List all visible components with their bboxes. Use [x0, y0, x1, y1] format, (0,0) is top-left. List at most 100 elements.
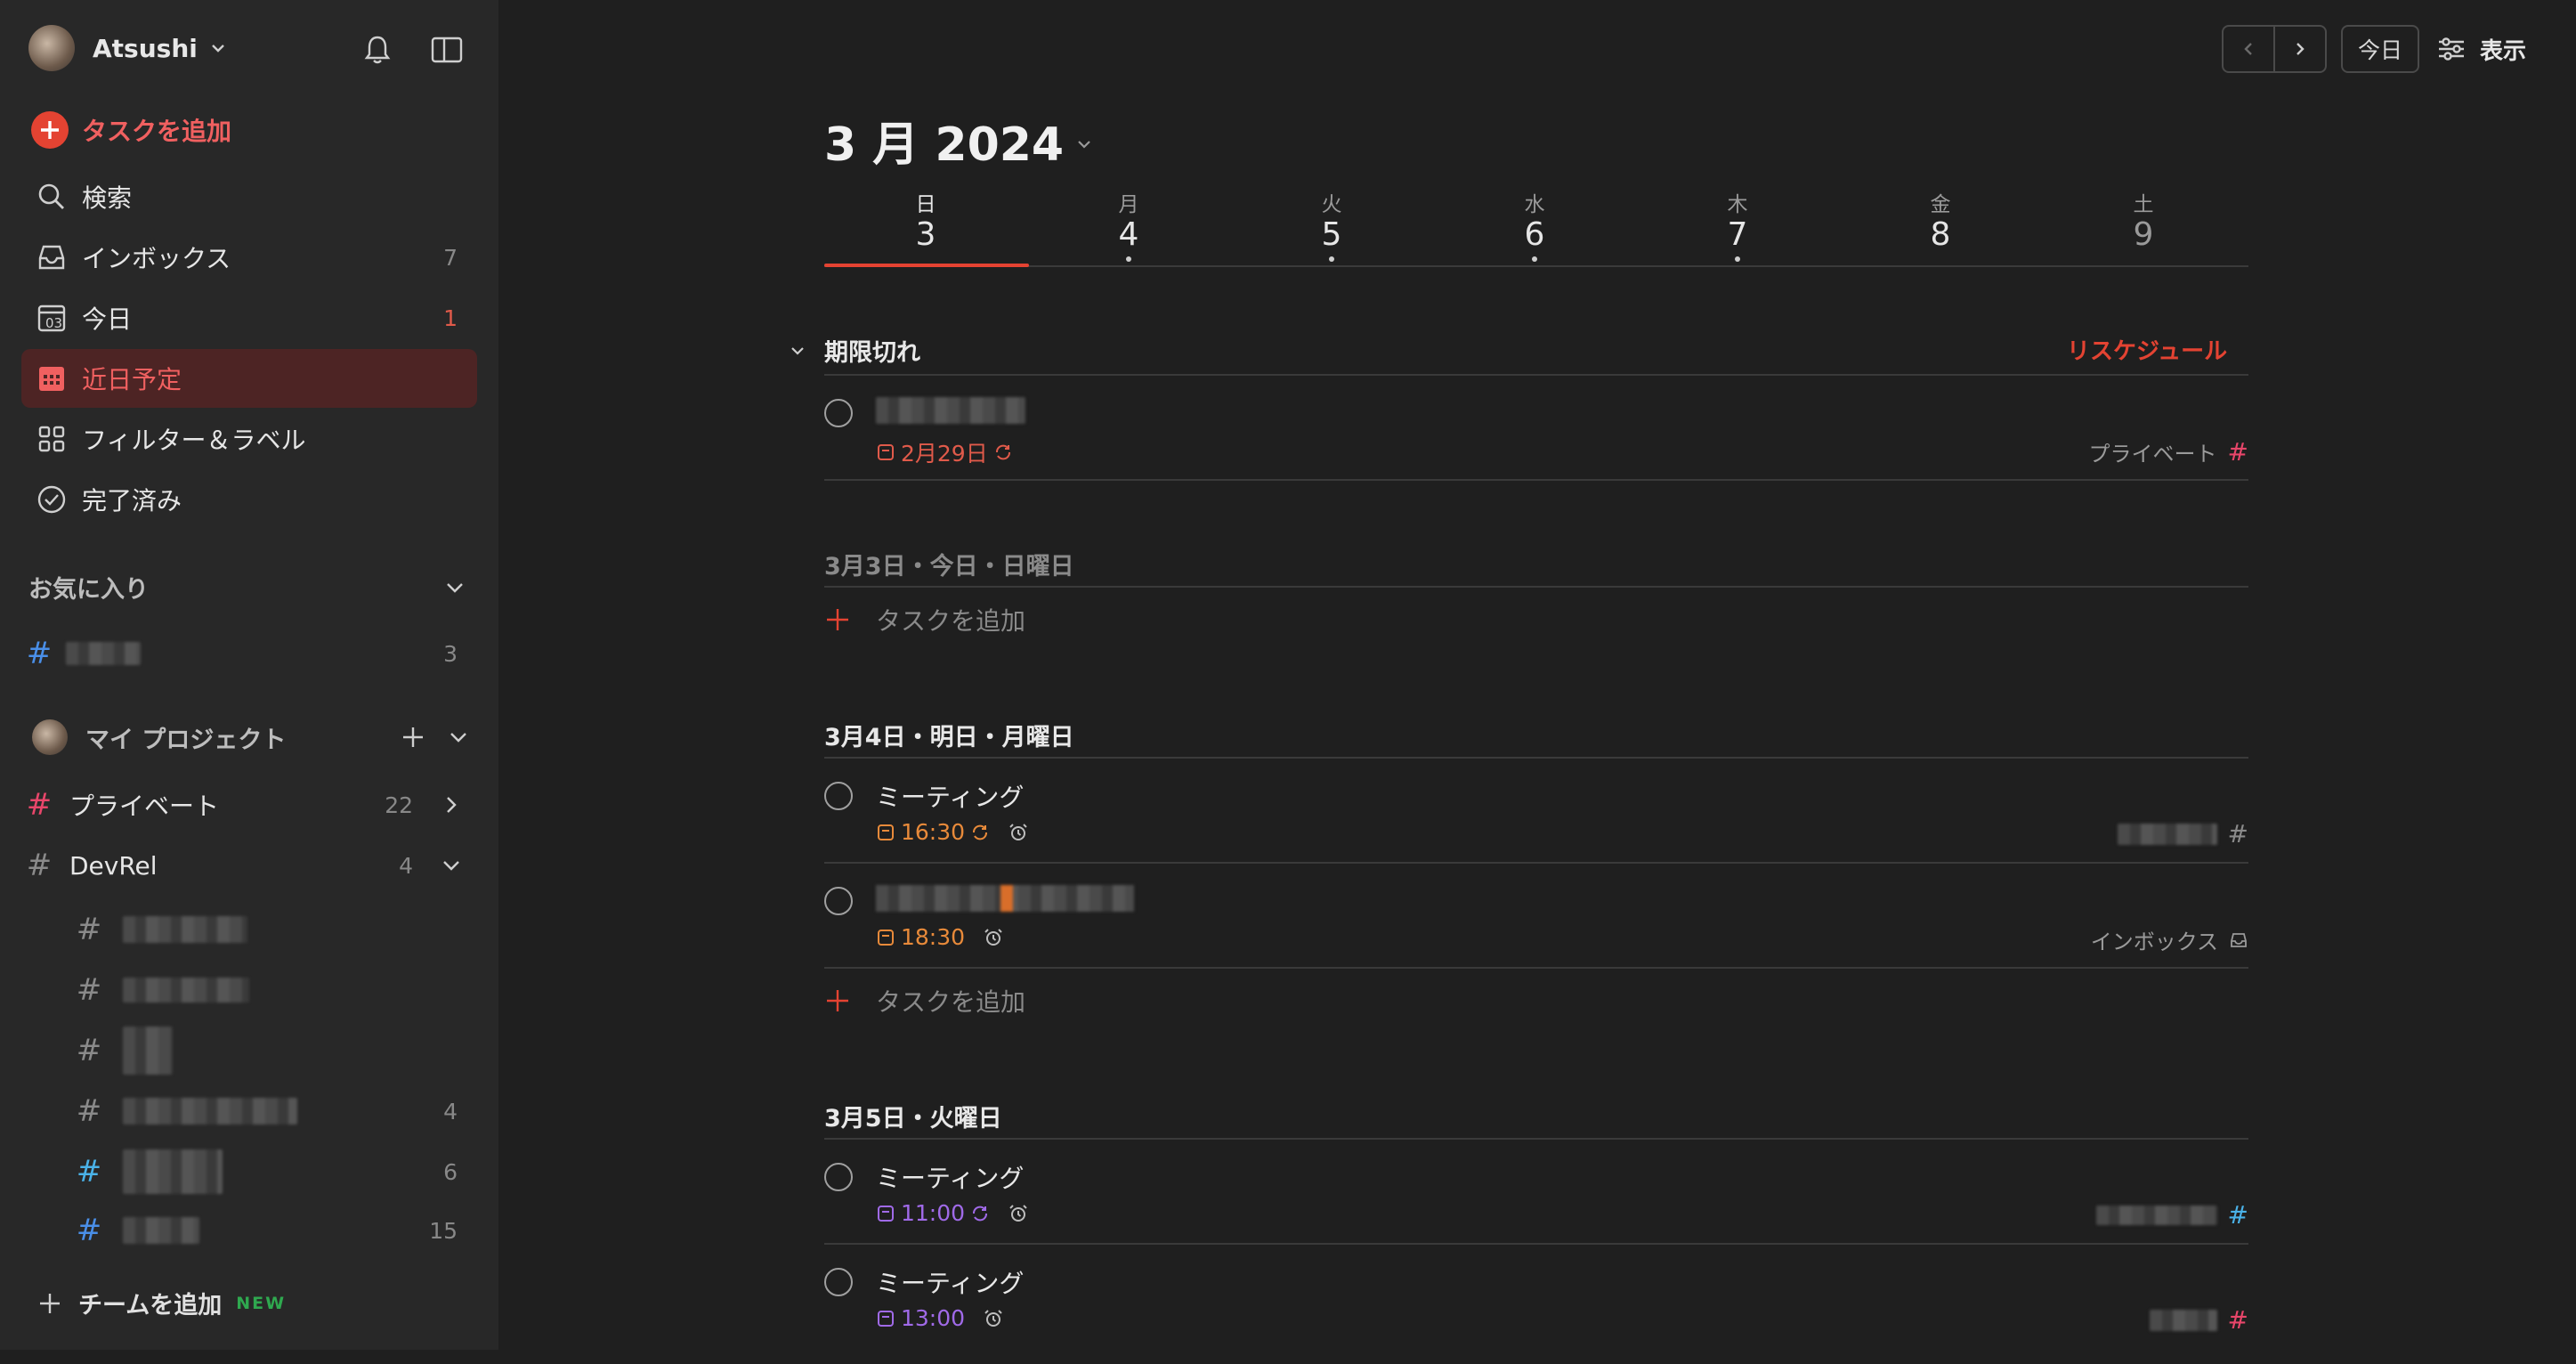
day-number: 5 [1321, 216, 1342, 253]
task-checkbox[interactable] [824, 782, 853, 810]
favorites-header[interactable]: お気に入り [28, 570, 474, 605]
task-project-name: インボックス [2090, 930, 2218, 954]
today-button[interactable]: 今日 [2341, 25, 2419, 73]
subproject-item[interactable]: # 4 [71, 1083, 477, 1140]
task-project: # [2095, 1200, 2248, 1230]
project-count: 22 [385, 792, 413, 818]
chevron-right-icon [2291, 40, 2309, 58]
nav-count: 1 [443, 304, 458, 331]
hash-icon: # [26, 787, 53, 823]
nav-upcoming[interactable]: 近日予定 [21, 349, 477, 408]
add-task-button[interactable]: タスクを追加 [30, 110, 231, 150]
day-column[interactable]: 土 9 [2042, 187, 2245, 267]
reschedule-button[interactable]: リスケジュール [2067, 333, 2227, 366]
day-number: 8 [1930, 216, 1951, 253]
add-team-button[interactable]: チームを追加 NEW [36, 1286, 286, 1320]
chevron-right-icon[interactable] [440, 793, 463, 816]
sidebar-toggle-icon[interactable] [429, 32, 465, 68]
task-item[interactable]: ミーティング 13:00 # [824, 1259, 2248, 1364]
project-item-devrel[interactable]: # DevRel 4 [21, 837, 477, 894]
day-number: 4 [1118, 216, 1139, 253]
nav-label: 検索 [82, 183, 133, 213]
section-divider [824, 757, 2248, 759]
task-checkbox[interactable] [824, 1268, 853, 1296]
chevron-down-icon[interactable] [440, 854, 463, 877]
section-title: 3月5日・火曜日 [824, 1105, 1002, 1133]
section-divider [824, 374, 2248, 376]
task-checkbox[interactable] [824, 1163, 853, 1191]
day-column[interactable]: 火 5 [1230, 187, 1433, 267]
next-week-button[interactable] [2275, 27, 2325, 71]
recurring-icon [970, 1204, 990, 1223]
bell-icon[interactable] [360, 32, 395, 68]
task-checkbox[interactable] [824, 887, 853, 915]
view-button-label: 表示 [2480, 37, 2527, 65]
chevron-down-icon [443, 576, 466, 599]
day-column[interactable]: 水 6 [1433, 187, 1636, 267]
redacted-name [123, 1149, 223, 1194]
selected-day-indicator [824, 264, 1029, 267]
hash-icon: # [76, 1033, 102, 1068]
task-project: プライベート # [2089, 436, 2248, 467]
subproject-item[interactable]: # 15 [71, 1202, 477, 1259]
alarm-icon [983, 1308, 1004, 1329]
plus-circle-icon [30, 110, 69, 150]
day-number: 7 [1727, 216, 1748, 253]
prev-week-button[interactable] [2224, 27, 2275, 71]
chevron-down-icon[interactable] [447, 726, 470, 749]
task-project: インボックス [2091, 924, 2248, 955]
alarm-icon [1008, 822, 1029, 843]
hash-icon: # [76, 1093, 102, 1129]
calendar-today-icon: 03 [34, 300, 69, 336]
task-due: 16:30 [876, 819, 1029, 845]
date-nav-group [2222, 25, 2327, 73]
subproject-item[interactable]: # 6 [71, 1143, 477, 1200]
recurring-icon [993, 442, 1013, 462]
nav-today[interactable]: 03 今日 1 [21, 288, 477, 347]
overdue-title: 期限切れ [824, 339, 920, 367]
nav-search[interactable]: 検索 [21, 167, 477, 226]
task-project: # [2117, 819, 2248, 848]
nav-label: 近日予定 [82, 365, 182, 394]
nav-filters-labels[interactable]: フィルター＆ラベル [21, 410, 477, 468]
day-name: 木 [1727, 193, 1748, 216]
redacted-name [123, 1217, 199, 1244]
nav-inbox[interactable]: インボックス 7 [21, 228, 477, 287]
nav-label: フィルター＆ラベル [82, 426, 306, 455]
my-projects-header[interactable]: マイ プロジェクト [32, 719, 474, 755]
today-button-label: 今日 [2357, 37, 2402, 63]
month-title: 3 月 2024 [824, 118, 1065, 172]
day-name: 水 [1524, 193, 1545, 216]
redacted-project-name [2149, 1309, 2217, 1331]
calendar-grid-icon [34, 361, 69, 396]
task-checkbox[interactable] [824, 399, 853, 427]
user-menu[interactable]: Atsushi [28, 25, 228, 71]
subproject-item[interactable]: # [71, 901, 477, 958]
favorite-item[interactable]: # 3 [21, 625, 477, 682]
redacted-task-name [876, 397, 1025, 424]
hash-icon: # [2227, 819, 2248, 848]
day-column[interactable]: 金 8 [1839, 187, 2042, 267]
day-number: 3 [915, 216, 936, 253]
redacted-project-name [2095, 1205, 2217, 1225]
subproject-item[interactable]: # [71, 962, 477, 1019]
day-column[interactable]: 木 7 [1636, 187, 1839, 267]
my-projects-title: マイ プロジェクト [85, 726, 287, 754]
overdue-header[interactable]: 期限切れ [787, 333, 920, 368]
add-project-icon[interactable] [399, 723, 427, 751]
month-selector[interactable]: 3 月 2024 [824, 107, 1094, 174]
add-task-inline[interactable]: タスクを追加 [824, 976, 1025, 1026]
view-button[interactable]: 表示 [2435, 28, 2526, 69]
hash-icon: # [26, 636, 53, 671]
nav-completed[interactable]: 完了済み [21, 470, 477, 529]
project-item-private[interactable]: # プライベート 22 [21, 776, 477, 833]
add-task-inline[interactable]: タスクを追加 [824, 595, 1025, 645]
task-due-time: 11:00 [901, 1200, 966, 1226]
hash-icon: # [2227, 1305, 2248, 1335]
hash-icon: # [76, 1213, 102, 1248]
section-title: 3月3日・今日・日曜日 [824, 553, 1074, 581]
task-divider [824, 1243, 2248, 1245]
subproject-item[interactable]: # [71, 1022, 477, 1079]
day-column[interactable]: 月 4 [1027, 187, 1230, 267]
day-column[interactable]: 日 3 [824, 187, 1027, 267]
